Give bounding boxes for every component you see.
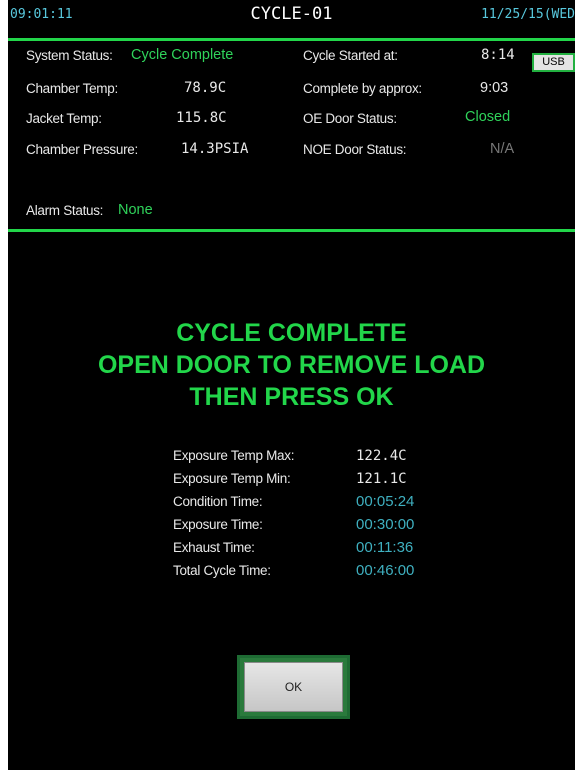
ok-button[interactable]: OK	[237, 655, 350, 719]
header-bar: 09:01:11 CYCLE-01 11/25/15(WED	[8, 0, 575, 30]
alarm-status-value: None	[118, 202, 153, 218]
status-panel: System Status: Cycle Complete Chamber Te…	[8, 41, 575, 229]
exposure-time-label: Exposure Time:	[173, 517, 263, 532]
ok-button-label: OK	[244, 662, 343, 712]
exposure-temp-min-label: Exposure Temp Min:	[173, 471, 291, 486]
system-status-value: Cycle Complete	[131, 47, 234, 63]
status-divider	[8, 229, 575, 232]
total-cycle-time-label: Total Cycle Time:	[173, 563, 271, 578]
message-line-2: OPEN DOOR TO REMOVE LOAD	[97, 351, 486, 379]
alarm-status-label: Alarm Status:	[26, 203, 104, 218]
date: 11/25/15(WED	[481, 7, 575, 22]
jacket-temp-value: 115.8C	[176, 110, 227, 126]
usb-button[interactable]: USB	[532, 53, 575, 72]
cycle-started-value: 8:14	[481, 47, 515, 63]
oe-door-value: Closed	[465, 109, 511, 125]
jacket-temp-label: Jacket Temp:	[26, 111, 102, 126]
exposure-temp-min-value: 121.1C	[356, 471, 407, 487]
total-cycle-time-value: 00:46:00	[356, 562, 415, 579]
complete-by-label: Complete by approx:	[303, 81, 422, 96]
exhaust-time-label: Exhaust Time:	[173, 540, 255, 555]
condition-time-value: 00:05:24	[356, 493, 415, 510]
chamber-temp-label: Chamber Temp:	[26, 81, 118, 96]
noe-door-value: N/A	[490, 141, 515, 157]
message-line-1: CYCLE COMPLETE	[176, 319, 407, 347]
oe-door-label: OE Door Status:	[303, 111, 397, 126]
system-status-label: System Status:	[26, 48, 113, 63]
cycle-complete-message: CYCLE COMPLETE OPEN DOOR TO REMOVE LOAD …	[8, 317, 575, 413]
exposure-time-value: 00:30:00	[356, 516, 415, 533]
condition-time-label: Condition Time:	[173, 494, 263, 509]
noe-door-label: NOE Door Status:	[303, 142, 407, 157]
hmi-screen: 09:01:11 CYCLE-01 11/25/15(WED System St…	[8, 0, 575, 770]
complete-by-value: 9:03	[480, 80, 509, 96]
chamber-pressure-label: Chamber Pressure:	[26, 142, 138, 157]
exposure-temp-max-value: 122.4C	[356, 448, 407, 464]
chamber-pressure-value: 14.3PSIA	[181, 141, 249, 157]
message-line-3: THEN PRESS OK	[189, 383, 394, 411]
chamber-temp-value: 78.9C	[184, 80, 227, 96]
exposure-temp-max-label: Exposure Temp Max:	[173, 448, 295, 463]
cycle-summary: Exposure Temp Max: 122.4C Exposure Temp …	[8, 445, 575, 585]
cycle-started-label: Cycle Started at:	[303, 48, 398, 63]
exhaust-time-value: 00:11:36	[356, 539, 414, 556]
